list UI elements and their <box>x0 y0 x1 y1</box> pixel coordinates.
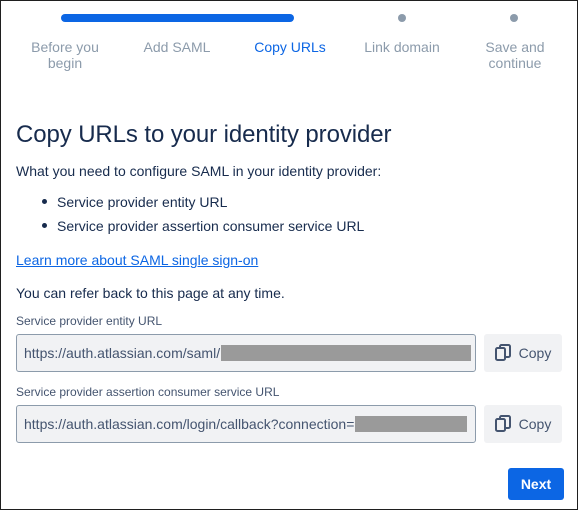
step-label: begin <box>47 55 83 71</box>
step-label: Save and <box>485 39 545 55</box>
requirement-text: Service provider assertion consumer serv… <box>57 218 365 234</box>
step-label: Add SAML <box>143 39 211 55</box>
step-label: Before you <box>31 39 99 55</box>
step-label: Copy URLs <box>254 39 326 55</box>
progress-bar-completed <box>61 14 294 22</box>
progress-tracker: Before you begin Add SAML Copy URLs Link… <box>1 1 577 81</box>
refer-back-note: You can refer back to this page at any t… <box>16 285 285 301</box>
step-add-saml: Add SAML <box>117 39 237 55</box>
progress-dot-link-domain <box>398 14 406 22</box>
step-copy-urls: Copy URLs <box>230 39 350 55</box>
requirement-text: Service provider entity URL <box>57 194 228 210</box>
step-label: Link domain <box>364 39 440 55</box>
entity-url-label: Service provider entity URL <box>16 314 163 328</box>
next-button[interactable]: Next <box>508 468 564 500</box>
step-link-domain: Link domain <box>342 39 462 55</box>
acs-url-label: Service provider assertion consumer serv… <box>16 385 280 399</box>
list-item: Service provider assertion consumer serv… <box>16 217 364 241</box>
redacted-block <box>355 416 468 432</box>
bullet-icon <box>42 199 47 204</box>
progress-dot-save-continue <box>510 14 518 22</box>
acs-url-field[interactable]: https://auth.atlassian.com/login/callbac… <box>16 405 476 443</box>
bullet-icon <box>42 223 47 228</box>
saml-setup-panel: Before you begin Add SAML Copy URLs Link… <box>0 0 578 510</box>
copy-label: Copy <box>518 345 552 361</box>
page-title: Copy URLs to your identity provider <box>16 121 392 148</box>
step-before-you-begin: Before you begin <box>5 39 125 71</box>
requirements-list: Service provider entity URL Service prov… <box>16 193 364 241</box>
copy-icon <box>494 344 511 362</box>
intro-text: What you need to configure SAML in your … <box>16 163 382 179</box>
copy-entity-url-button[interactable]: Copy <box>484 334 562 372</box>
step-label: continue <box>488 55 542 71</box>
redacted-block <box>221 345 472 361</box>
entity-url-field[interactable]: https://auth.atlassian.com/saml/ <box>16 334 476 372</box>
copy-label: Copy <box>518 416 552 432</box>
list-item: Service provider entity URL <box>16 193 364 217</box>
copy-acs-url-button[interactable]: Copy <box>484 405 562 443</box>
acs-url-value: https://auth.atlassian.com/login/callbac… <box>24 416 355 432</box>
copy-icon <box>494 415 511 433</box>
step-save-and-continue: Save and continue <box>455 39 575 71</box>
learn-more-link[interactable]: Learn more about SAML single sign-on <box>16 252 258 268</box>
entity-url-value: https://auth.atlassian.com/saml/ <box>24 345 221 361</box>
